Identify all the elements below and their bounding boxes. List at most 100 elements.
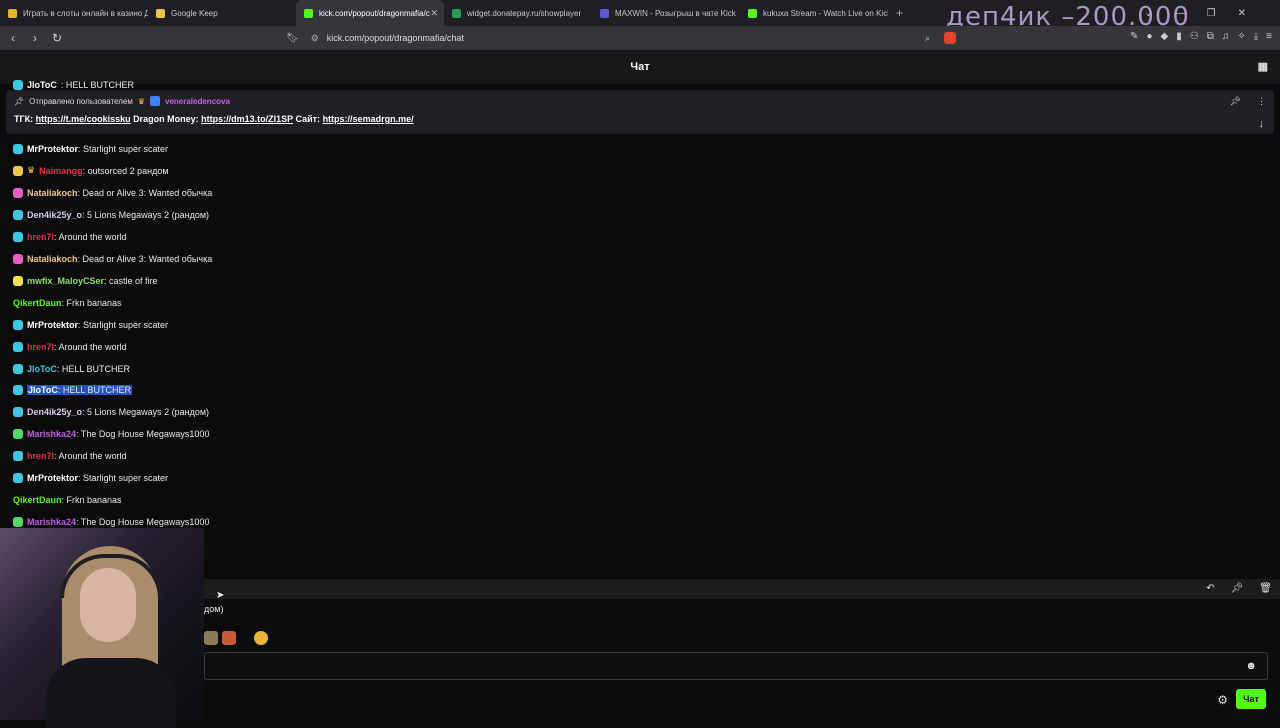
tab-title: Играть в слоты онлайн в казино Д	[23, 8, 148, 18]
pinned-by-user[interactable]: veneraledencova	[165, 97, 230, 106]
message-hover-bar: ↶ 📌︎ 🗑︎	[204, 579, 1280, 599]
zoom-icon[interactable]: ⌕	[925, 33, 930, 44]
chat-username[interactable]: Marishka24	[27, 517, 76, 527]
user-badge-icon	[150, 96, 160, 106]
browser-tab[interactable]: widget.donatepay.ru/showplayer	[444, 0, 592, 26]
user-badge-icon	[13, 341, 23, 352]
address-toolbar: ‹ › ↻ 🔖︎ ⚙ kick.com/popout/dragonmafia/c…	[0, 26, 1280, 50]
pinned-link[interactable]: https://semadrgn.me/	[323, 114, 414, 124]
pen-icon[interactable]: ✎	[1130, 31, 1138, 42]
chat-username[interactable]: hren7l	[27, 451, 54, 461]
chat-message-content: QikertDaun: Frkn bananas	[13, 298, 122, 308]
minimize-icon[interactable]: —	[1175, 8, 1185, 19]
chat-message-content: Nataliakoch: Dead or Alive 3: Wanted обы…	[27, 188, 212, 198]
emote-icon[interactable]	[222, 631, 236, 645]
chat-message-content: Naimangg: outsorced 2 рандом	[39, 166, 168, 176]
menu-icon[interactable]: ≡	[1266, 31, 1272, 42]
bookmark-icon[interactable]: 🔖︎	[286, 33, 299, 44]
extension-icon[interactable]: ◆	[1161, 31, 1169, 42]
battery-icon[interactable]: ▮	[1176, 31, 1182, 42]
emote-icon[interactable]	[204, 631, 218, 645]
chat-username[interactable]: MrProtektor	[27, 473, 78, 483]
reload-icon[interactable]: ↻	[48, 31, 66, 45]
tab-title: kukuxa Stream - Watch Live on Kick	[763, 8, 888, 18]
more-options-icon[interactable]: ⋮	[1257, 96, 1266, 107]
chat-message: MrProtektor: Starlight super scater	[13, 318, 168, 332]
emoji-icon[interactable]: ☻	[1245, 660, 1257, 672]
chat-username[interactable]: QikertDaun	[13, 298, 62, 308]
send-chat-button[interactable]: Чат	[1236, 689, 1266, 709]
chat-text: : HELL BUTCHER	[60, 80, 135, 90]
chat-username[interactable]: MrProtektor	[27, 320, 78, 330]
browser-tab[interactable]: MAXWIN - Розыгрыш в чате Kick	[592, 0, 740, 26]
chat-username[interactable]: JloToC	[27, 80, 57, 90]
chat-text: : Frkn bananas	[61, 297, 122, 308]
chat-message: JloToC: HELL BUTCHER	[13, 383, 133, 397]
chat-text: : 5 Lions Megaways 2 (рандом)	[82, 209, 210, 220]
url-text[interactable]: kick.com/popout/dragonmafia/chat	[327, 33, 464, 43]
user-badge-icon	[13, 451, 23, 462]
chat-username[interactable]: JloToC	[27, 364, 57, 374]
chat-username[interactable]: Nataliakoch	[27, 188, 78, 198]
extension-icon[interactable]: ✧	[1237, 31, 1245, 42]
omnibox[interactable]: 🔖︎ ⚙ kick.com/popout/dragonmafia/chat ⌕	[286, 29, 956, 47]
chat-username[interactable]: Nataliakoch	[27, 254, 78, 264]
gear-icon[interactable]: ⚙	[1217, 693, 1228, 707]
unpin-icon[interactable]: 📌︎	[1230, 96, 1241, 107]
chat-username[interactable]: Marishka24	[27, 429, 76, 439]
extension-icon[interactable]: ●	[1146, 31, 1152, 42]
chat-username[interactable]: Den4ik25y_o	[27, 407, 82, 417]
chat-text: : Around the world	[54, 451, 127, 462]
chat-username[interactable]: hren7l	[27, 232, 54, 242]
chat-title: Чат	[630, 61, 650, 73]
pinned-text-segment: Dragon Money:	[130, 114, 202, 124]
chat-username[interactable]: Den4ik25y_o	[27, 210, 82, 220]
chat-username[interactable]: Naimangg	[39, 166, 83, 176]
chat-message-list[interactable]: JloToC : HELL BUTCHER MrProtektor: Starl…	[0, 80, 1280, 540]
emote-icon[interactable]	[254, 631, 268, 645]
puzzle-icon[interactable]: ⧉	[1207, 31, 1214, 42]
user-badge-icon	[13, 275, 23, 286]
close-window-icon[interactable]: ✕	[1238, 8, 1246, 19]
pinned-message: 📌︎ Отправлено пользователем ♛ veneralede…	[6, 90, 1274, 134]
chat-text: : The Dog House Megaways1000	[76, 517, 210, 528]
brave-shield-icon[interactable]	[944, 32, 956, 44]
chat-username[interactable]: hren7l	[27, 342, 54, 352]
extension-icon[interactable]: ⚇	[1190, 31, 1199, 42]
browser-tab[interactable]: Google Keep	[148, 0, 296, 26]
download-icon[interactable]: ⤓	[1254, 31, 1258, 42]
maximize-icon[interactable]: ❐	[1207, 8, 1216, 19]
pinned-text-segment: Сайт:	[293, 114, 323, 124]
chat-username[interactable]: mwfix_MaloyCSer	[27, 276, 104, 286]
mouse-cursor-icon: ➤	[216, 590, 225, 601]
music-icon[interactable]: ♫	[1222, 31, 1230, 42]
chat-message-content: Den4ik25y_o: 5 Lions Megaways 2 (рандом)	[27, 210, 209, 220]
chat-text: : Around the world	[54, 231, 127, 242]
user-badge-icon	[13, 253, 23, 264]
pinned-link[interactable]: https://dm13.to/ZI1SP	[201, 114, 293, 124]
browser-tab[interactable]: kick.com/popout/dragonmafia/c ✕	[296, 0, 444, 26]
crown-icon: ♛	[27, 165, 36, 176]
reply-icon[interactable]: ↶	[1206, 583, 1214, 594]
chat-message: QikertDaun: Frkn bananas	[13, 296, 122, 310]
back-icon[interactable]: ‹	[4, 31, 22, 45]
pinned-link[interactable]: https://t.me/cookissku	[36, 114, 131, 124]
forward-icon[interactable]: ›	[26, 31, 44, 45]
browser-tab[interactable]: Играть в слоты онлайн в казино Д	[0, 0, 148, 26]
tab-search-icon[interactable]: ⌄	[1144, 8, 1152, 19]
chat-input[interactable]: ☻	[204, 652, 1268, 680]
chat-settings-icon[interactable]: ▦	[1258, 60, 1268, 73]
chat-username[interactable]: MrProtektor	[27, 144, 78, 154]
delete-icon[interactable]: 🗑︎	[1259, 583, 1272, 594]
tab-close-icon[interactable]: ✕	[430, 8, 438, 19]
site-info-icon[interactable]: ⚙	[311, 33, 319, 44]
new-tab-button[interactable]: +	[888, 6, 911, 20]
chat-username[interactable]: JloToC	[28, 385, 58, 395]
user-badge-icon	[13, 517, 23, 528]
browser-tab[interactable]: kukuxa Stream - Watch Live on Kick	[740, 0, 888, 26]
user-badge-icon	[13, 144, 23, 154]
chat-username[interactable]: QikertDaun	[13, 495, 62, 505]
expand-icon[interactable]: ↓	[1259, 118, 1265, 130]
user-badge-icon	[13, 187, 23, 198]
pin-message-icon[interactable]: 📌︎	[1231, 583, 1244, 594]
